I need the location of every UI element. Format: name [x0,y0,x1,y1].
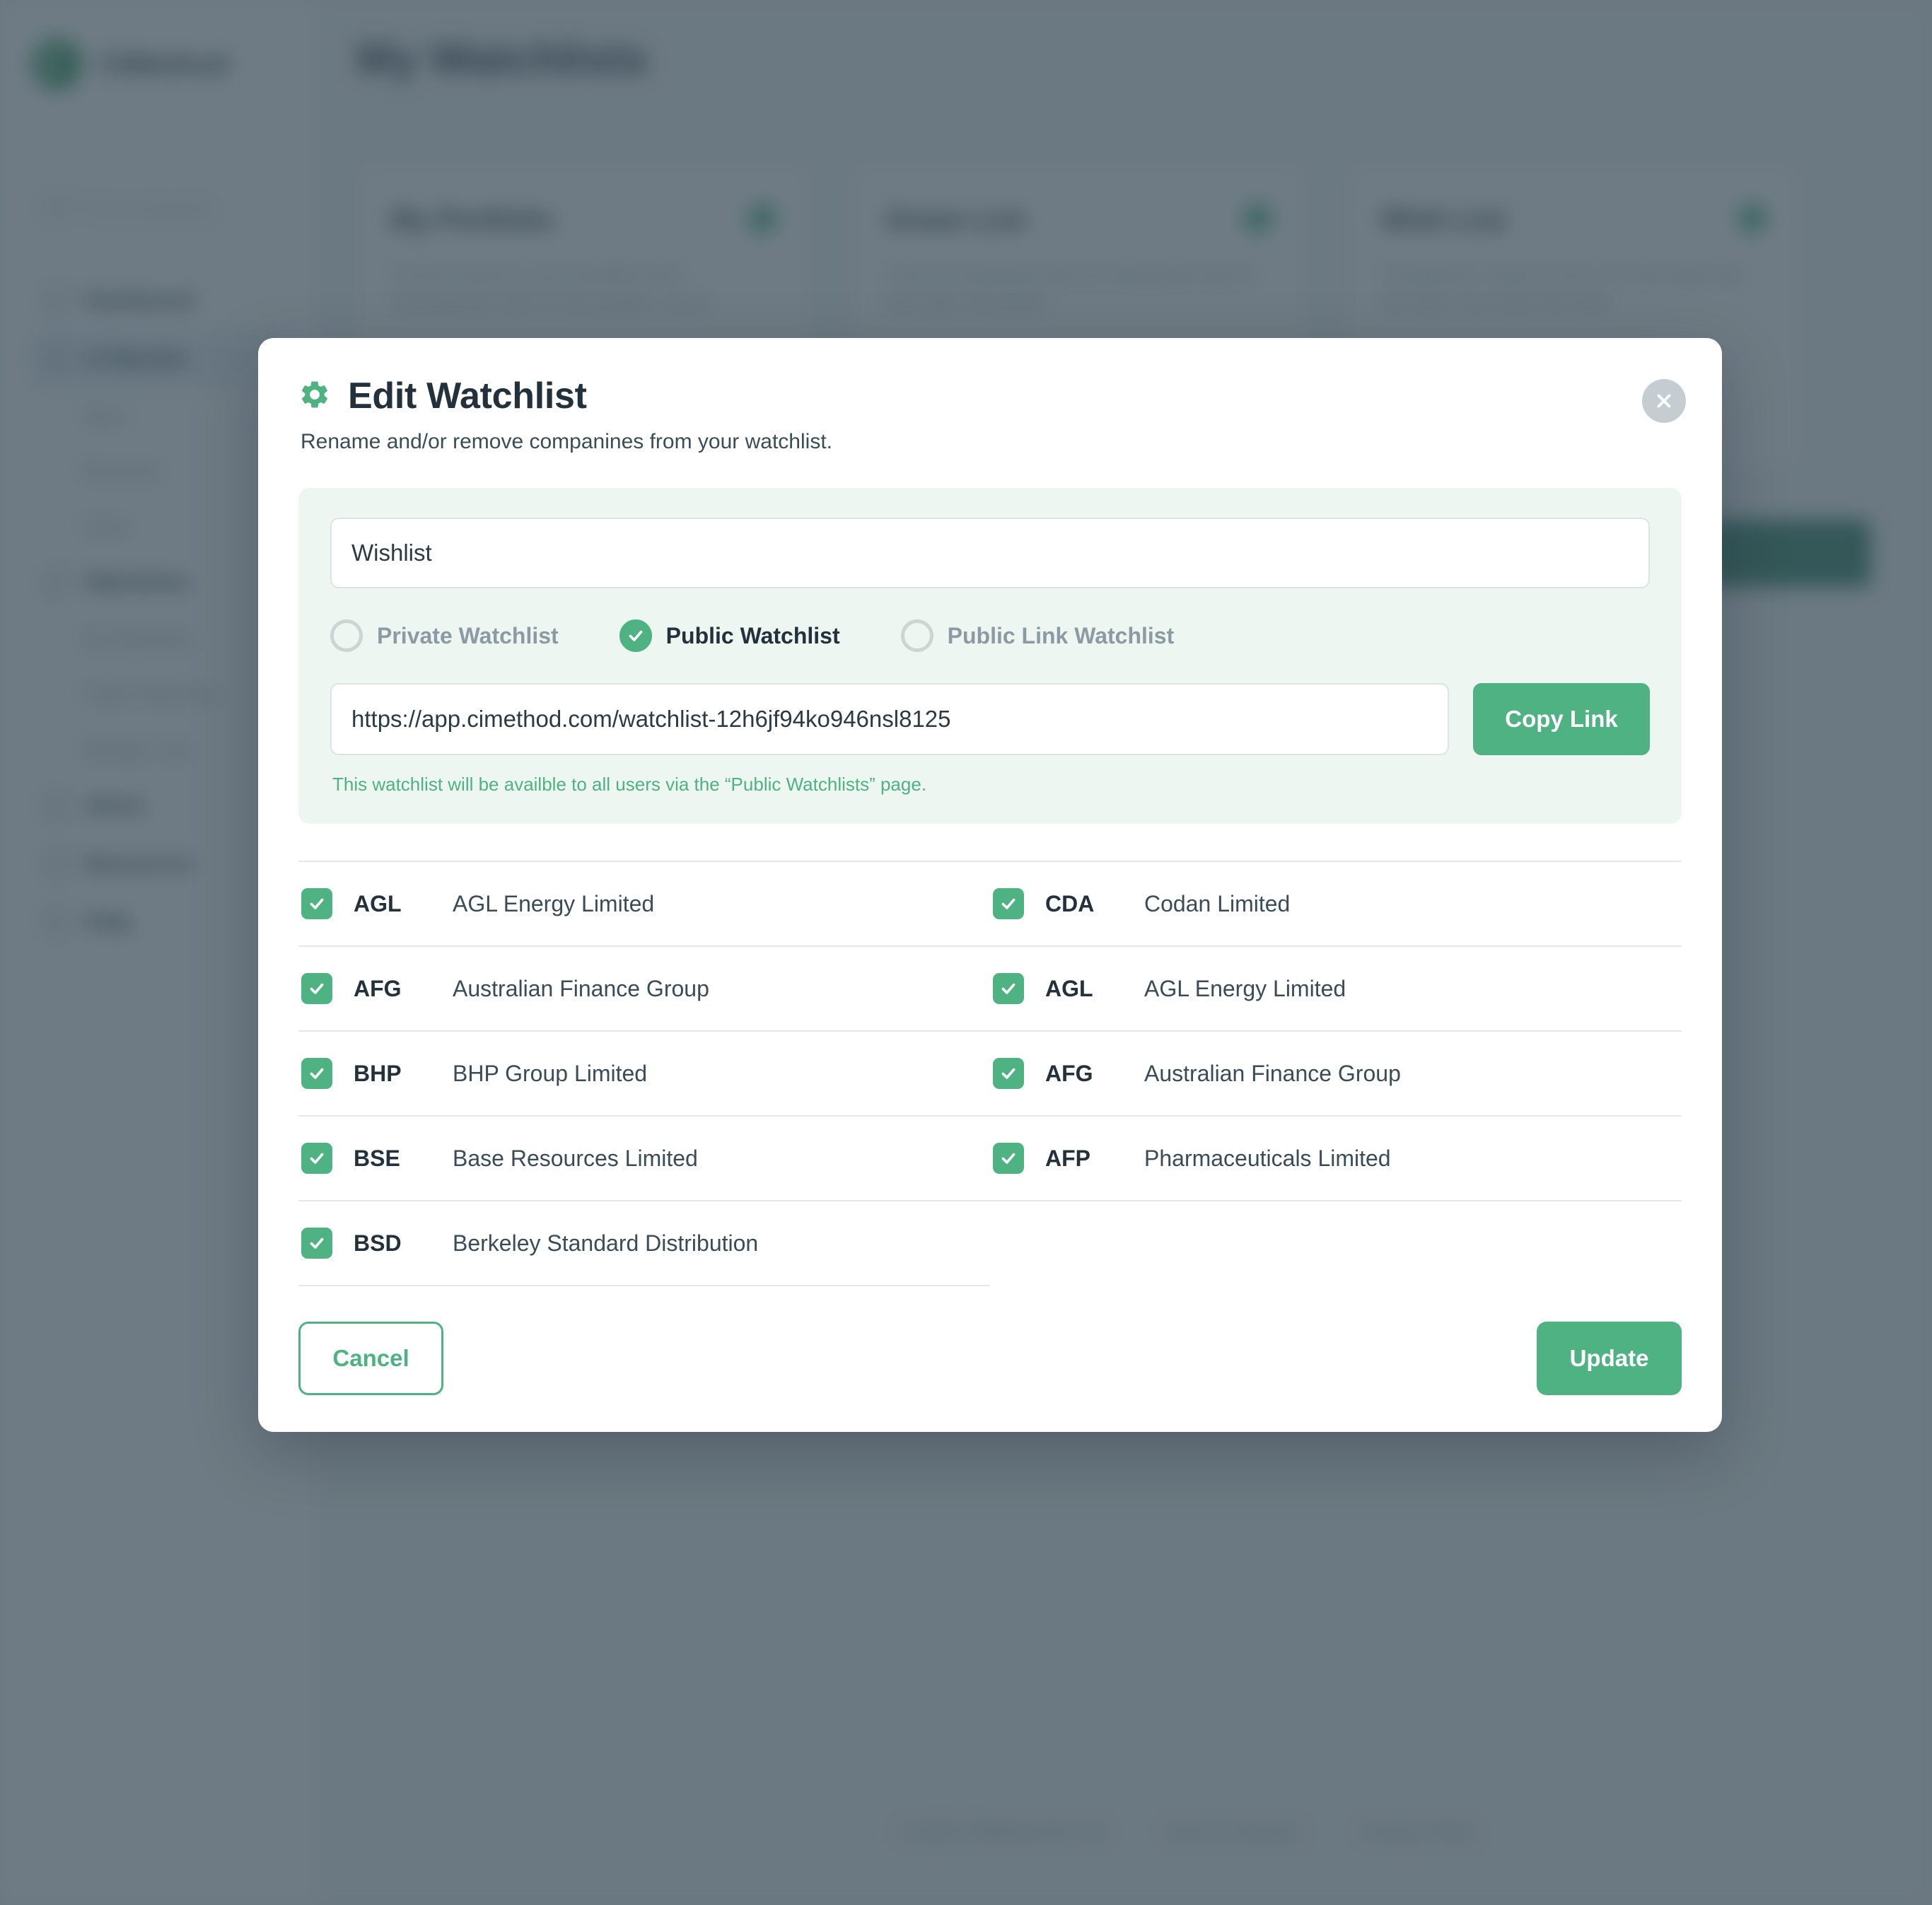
watchlist-name-input[interactable] [330,518,1650,588]
app-root: CIMethod My Watchlists Find companies Da… [0,0,1932,1905]
company-name: AGL Energy Limited [1144,975,1346,1001]
checkbox-checked-icon[interactable] [301,1143,332,1174]
modal-title: Edit Watchlist [348,375,587,416]
company-ticker: BSE [354,1145,400,1171]
checkbox-checked-icon[interactable] [993,888,1024,919]
radio-check-icon [619,619,652,652]
company-list: AGL AGL Energy Limited CDA Codan Limited AFG… [298,861,1682,1286]
company-name: Australian Finance Group [1144,1060,1401,1086]
cancel-button[interactable]: Cancel [298,1322,443,1395]
company-name: BHP Group Limited [453,1060,648,1086]
checkbox-checked-icon[interactable] [301,1228,332,1259]
close-icon[interactable] [1642,379,1686,423]
company-ticker: AFG [1045,1060,1093,1086]
radio-public-watchlist[interactable]: Public Watchlist [619,619,840,652]
visibility-note: This watchlist will be availble to all u… [332,774,927,795]
modal-subtitle: Rename and/or remove companines from you… [301,430,832,453]
company-ticker: CDA [1045,890,1095,916]
company-ticker: AFP [1045,1145,1090,1171]
table-row[interactable]: AFG Australian Finance Group [298,947,990,1032]
checkbox-checked-icon[interactable] [301,1058,332,1089]
company-ticker: AGL [1045,975,1093,1001]
table-row[interactable]: BHP BHP Group Limited [298,1032,990,1117]
company-name: Pharmaceuticals Limited [1144,1145,1391,1171]
share-link-row: Copy Link [330,683,1650,755]
company-ticker: BSD [354,1230,402,1256]
update-button[interactable]: Update [1537,1322,1682,1395]
company-name: AGL Energy Limited [453,890,655,916]
checkbox-checked-icon[interactable] [993,1058,1024,1089]
share-link-input[interactable] [330,683,1449,755]
table-row[interactable]: BSE Base Resources Limited [298,1117,990,1201]
table-row[interactable]: AFG Australian Finance Group [990,1032,1682,1117]
table-row[interactable]: BSD Berkeley Standard Distribution [298,1201,990,1286]
list-item-empty [990,1201,1682,1286]
radio-public-link-watchlist[interactable]: Public Link Watchlist [900,619,1175,652]
company-name: Codan Limited [1144,890,1291,916]
radio-label: Public Link Watchlist [947,622,1175,648]
company-ticker: BHP [354,1060,402,1086]
company-name: Berkeley Standard Distribution [453,1230,759,1256]
radio-label: Private Watchlist [377,622,559,648]
watchlist-settings-panel: Private Watchlist Public Watchlist Publi… [298,488,1682,824]
checkbox-checked-icon[interactable] [301,888,332,919]
checkbox-checked-icon[interactable] [993,973,1024,1004]
copy-link-button[interactable]: Copy Link [1473,683,1650,755]
edit-watchlist-modal: Edit Watchlist Rename and/or remove comp… [258,338,1722,1432]
table-row[interactable]: AGL AGL Energy Limited [990,947,1682,1032]
visibility-radio-group: Private Watchlist Public Watchlist Publi… [330,619,1650,652]
modal-header: Edit Watchlist Rename and/or remove comp… [298,375,1686,454]
company-name: Australian Finance Group [453,975,709,1001]
modal-footer: Cancel Update [298,1286,1682,1432]
radio-private-watchlist[interactable]: Private Watchlist [330,619,559,652]
table-row[interactable]: AFP Pharmaceuticals Limited [990,1117,1682,1201]
radio-label: Public Watchlist [665,622,840,648]
checkbox-checked-icon[interactable] [301,973,332,1004]
radio-circle-icon [330,619,363,652]
table-row[interactable]: CDA Codan Limited [990,862,1682,947]
table-row[interactable]: AGL AGL Energy Limited [298,862,990,947]
company-name: Base Resources Limited [453,1145,698,1171]
checkbox-checked-icon[interactable] [993,1143,1024,1174]
gear-icon [298,378,331,414]
company-ticker: AFG [354,975,402,1001]
company-ticker: AGL [354,890,402,916]
radio-circle-icon [900,619,933,652]
